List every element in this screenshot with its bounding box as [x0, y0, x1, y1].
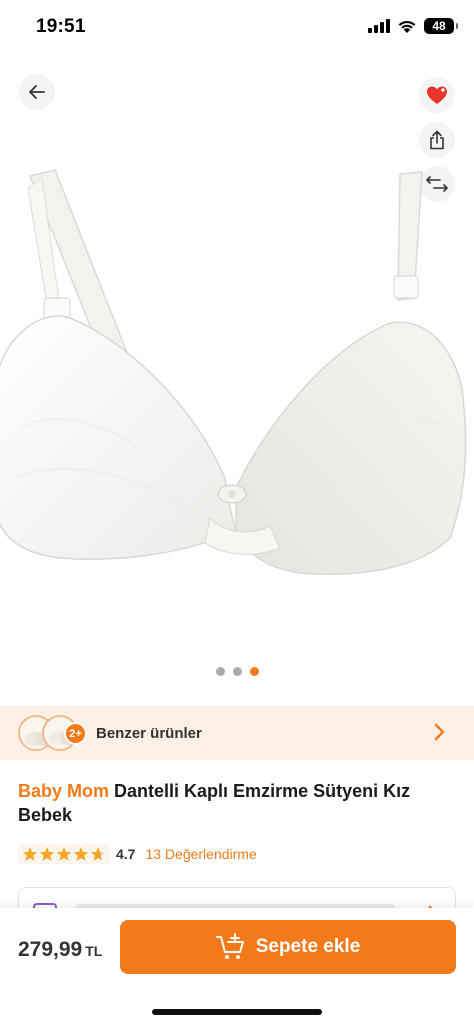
share-icon	[430, 130, 444, 150]
rating-value: 4.7	[116, 846, 136, 862]
add-to-cart-label: Sepete ekle	[255, 936, 361, 957]
star-icon	[22, 847, 38, 861]
price-value: 279,99	[18, 938, 83, 961]
brand-name[interactable]: Baby Mom	[18, 781, 109, 801]
price: 279,99 TL	[18, 938, 102, 962]
add-to-cart-button[interactable]: Sepete ekle	[120, 920, 456, 974]
similar-products-label: Benzer ürünler	[96, 724, 202, 742]
status-time: 19:51	[36, 16, 86, 37]
similar-count-badge: 2+	[64, 722, 87, 745]
status-bar: 19:51 48	[0, 0, 474, 58]
rating-stars	[18, 844, 110, 864]
star-icon	[39, 847, 55, 861]
rating-row[interactable]: 4.7 13 Değerlendirme	[18, 842, 257, 866]
gallery-dot[interactable]	[215, 667, 225, 676]
gallery-dot[interactable]	[232, 667, 242, 676]
heart-icon	[427, 86, 447, 104]
review-count-link[interactable]: 13 Değerlendirme	[145, 846, 256, 862]
share-button[interactable]	[419, 122, 455, 158]
favorite-button[interactable]	[419, 77, 455, 113]
back-button[interactable]	[19, 74, 55, 110]
price-currency: TL	[85, 943, 103, 959]
cart-plus-icon	[215, 933, 244, 959]
star-icon	[73, 847, 89, 861]
home-indicator[interactable]	[152, 1009, 322, 1015]
star-icon	[56, 847, 72, 861]
star-icon	[90, 847, 106, 861]
product-title: Baby Mom Dantelli Kaplı Emzirme Sütyeni …	[18, 779, 448, 827]
bottom-action-bar: 279,99 TL Sepete ekle	[0, 908, 474, 1024]
chevron-right-icon	[434, 723, 445, 741]
wifi-icon	[398, 20, 416, 33]
battery-icon: 48	[424, 18, 458, 34]
product-gallery[interactable]	[0, 58, 474, 698]
similar-products-bar[interactable]: 2+ Benzer ürünler	[0, 706, 474, 760]
signal-icon	[368, 19, 390, 33]
gallery-dot[interactable]	[249, 667, 259, 676]
gallery-pagination[interactable]	[0, 667, 474, 676]
arrow-left-icon	[29, 85, 45, 99]
product-image[interactable]	[0, 158, 474, 628]
